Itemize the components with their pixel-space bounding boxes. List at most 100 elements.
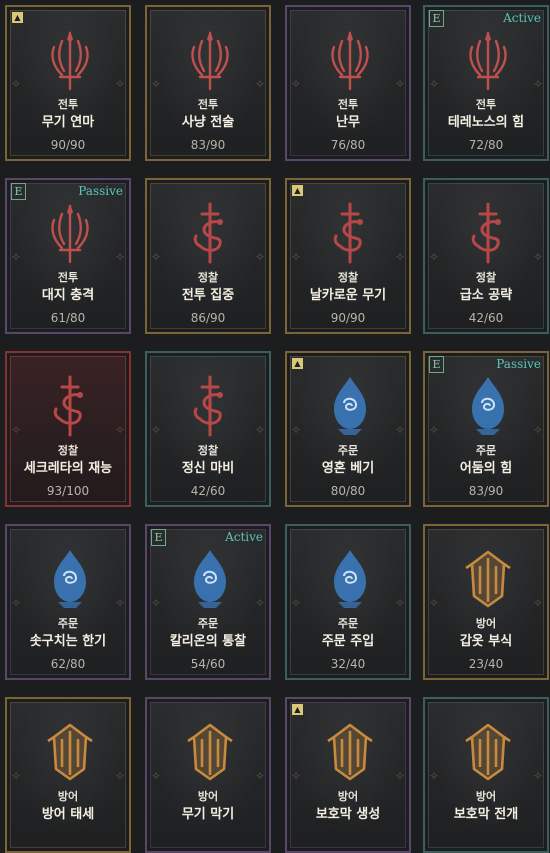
skill-name: 어둠의 힘 <box>459 461 513 476</box>
skill-card[interactable]: ✧ ✧ 정찰 급소 공략 42/60 <box>423 178 549 334</box>
frame-ornament-icon: ✧ <box>394 77 405 91</box>
upgrade-badge-icon: ▲ <box>292 358 303 369</box>
scheme-icon <box>458 200 518 266</box>
frame-ornament-icon: ✧ <box>11 250 22 264</box>
frame-ornament-icon: ✧ <box>151 423 162 437</box>
upgrade-badge-icon: ▲ <box>12 12 23 23</box>
combat-icon <box>40 200 100 266</box>
combat-icon <box>180 27 240 93</box>
frame-ornament-icon: ✧ <box>11 596 22 610</box>
spell-icon <box>320 373 380 439</box>
skill-ranks: 32/40 <box>330 657 366 671</box>
skill-card[interactable]: ✧ ✧ ▲ 정찰 날카로운 무기 90/90 <box>285 178 411 334</box>
spell-icon <box>40 546 100 612</box>
skill-category: 전투 <box>57 98 79 111</box>
skill-card[interactable]: ✧ ✧ 정찰정신 마비 42/60 <box>145 351 271 507</box>
skill-category: 전투 <box>337 98 359 111</box>
skill-card[interactable]: ✧ ✧ E Active 전투 테레노스의 힘 72/80 <box>423 5 549 161</box>
spell-icon <box>320 546 380 612</box>
frame-ornament-icon: ✧ <box>291 769 302 783</box>
skill-card[interactable]: ✧ ✧ ▲ 주문 영혼 베기 80/80 <box>285 351 411 507</box>
skill-name: 주문 주입 <box>321 634 375 649</box>
skill-ranks: 54/60 <box>190 657 226 671</box>
skill-card[interactable]: ✧ ✧ ▲ 전투 무기 연마 90/90 <box>5 5 131 161</box>
frame-ornament-icon: ✧ <box>114 250 125 264</box>
skill-category: 주문 <box>57 617 79 630</box>
skill-card[interactable]: ✧ ✧ 주문 주문 주입 32/40 <box>285 524 411 680</box>
defense-icon <box>40 719 100 785</box>
skill-card[interactable]: ✧ ✧ 전투 난무 76/80 <box>285 5 411 161</box>
skill-category: 정찰 <box>57 444 79 457</box>
skill-ranks: 62/80 <box>50 657 86 671</box>
frame-ornament-icon: ✧ <box>114 596 125 610</box>
equipped-marker: E <box>429 10 444 27</box>
skill-name: 보호막 전개 <box>453 807 519 822</box>
upgrade-badge-icon: ▲ <box>292 704 303 715</box>
skill-name: 세크레타의 재능 <box>23 461 113 476</box>
skill-category: 정찰 <box>197 271 219 284</box>
skill-card[interactable]: ✧ ✧ E Active 주문 칼리온의 통찰 54/60 <box>145 524 271 680</box>
equipped-marker: E <box>11 183 26 200</box>
frame-ornament-icon: ✧ <box>394 423 405 437</box>
skill-status: Active <box>225 530 263 544</box>
defense-icon <box>458 546 518 612</box>
skill-card[interactable]: ✧ ✧ 주문솟구치는 한기 62/80 <box>5 524 131 680</box>
skill-ranks: 83/90 <box>190 138 226 152</box>
skill-name: 난무 <box>336 115 360 130</box>
skill-category: 정찰 <box>475 271 497 284</box>
skill-name: 날카로운 무기 <box>309 288 387 303</box>
upgrade-badge-icon: ▲ <box>292 185 303 196</box>
skill-ranks: 90/90 <box>50 138 86 152</box>
skill-ranks: 61/80 <box>50 311 86 325</box>
frame-ornament-icon: ✧ <box>429 423 440 437</box>
frame-ornament-icon: ✧ <box>11 423 22 437</box>
frame-ornament-icon: ✧ <box>11 769 22 783</box>
frame-ornament-icon: ✧ <box>254 769 265 783</box>
skill-name: 대지 충격 <box>41 288 95 303</box>
skill-ranks: 42/60 <box>190 484 226 498</box>
scheme-icon <box>180 200 240 266</box>
equipped-marker: E <box>429 356 444 373</box>
skill-card[interactable]: ✧ ✧ 방어 갑옷 부식 23/40 <box>423 524 549 680</box>
skill-name: 솟구치는 한기 <box>29 634 107 649</box>
frame-ornament-icon: ✧ <box>291 596 302 610</box>
skill-name: 전투 집중 <box>181 288 235 303</box>
spell-icon <box>458 373 518 439</box>
skill-category: 방어 <box>197 790 219 803</box>
scheme-icon <box>40 373 100 439</box>
frame-ornament-icon: ✧ <box>254 423 265 437</box>
skill-category: 방어 <box>57 790 79 803</box>
equipped-marker: E <box>151 529 166 546</box>
skill-category: 전투 <box>475 98 497 111</box>
skill-ranks: 76/80 <box>330 138 366 152</box>
skill-card[interactable]: ✧ ✧ 방어 무기 막기 <box>145 697 271 853</box>
skill-category: 정찰 <box>197 444 219 457</box>
skill-name: 영혼 베기 <box>321 461 375 476</box>
skill-card[interactable]: ✧ ✧ 정찰 세크레타의 재능 93/100 <box>5 351 131 507</box>
skill-name: 정신 마비 <box>181 461 235 476</box>
skill-status: Passive <box>78 184 123 198</box>
skill-card[interactable]: ✧ ✧ E Passive 전투 대지 충격 61/80 <box>5 178 131 334</box>
skill-card[interactable]: ✧ ✧ 방어 보호막 전개 <box>423 697 549 853</box>
frame-ornament-icon: ✧ <box>254 250 265 264</box>
defense-icon <box>458 719 518 785</box>
skill-name: 급소 공략 <box>459 288 513 303</box>
frame-ornament-icon: ✧ <box>429 769 440 783</box>
skill-card[interactable]: ✧ ✧ E Passive 주문 어둠의 힘 83/90 <box>423 351 549 507</box>
frame-ornament-icon: ✧ <box>532 77 543 91</box>
skill-name: 무기 막기 <box>181 807 235 822</box>
frame-ornament-icon: ✧ <box>394 769 405 783</box>
skill-card[interactable]: ✧ ✧ ▲ 방어 보호막 생성 <box>285 697 411 853</box>
frame-ornament-icon: ✧ <box>151 77 162 91</box>
frame-ornament-icon: ✧ <box>151 250 162 264</box>
skill-card[interactable]: ✧ ✧ 정찰전투 집중 86/90 <box>145 178 271 334</box>
skill-card[interactable]: ✧ ✧ 전투 사냥 전술 83/90 <box>145 5 271 161</box>
skill-card[interactable]: ✧ ✧ 방어 방어 태세 <box>5 697 131 853</box>
skill-category: 전투 <box>197 98 219 111</box>
skill-ranks: 80/80 <box>330 484 366 498</box>
frame-ornament-icon: ✧ <box>254 77 265 91</box>
skill-name: 테레노스의 힘 <box>447 115 525 130</box>
skill-category: 방어 <box>475 617 497 630</box>
skill-ranks: 86/90 <box>190 311 226 325</box>
frame-ornament-icon: ✧ <box>114 423 125 437</box>
